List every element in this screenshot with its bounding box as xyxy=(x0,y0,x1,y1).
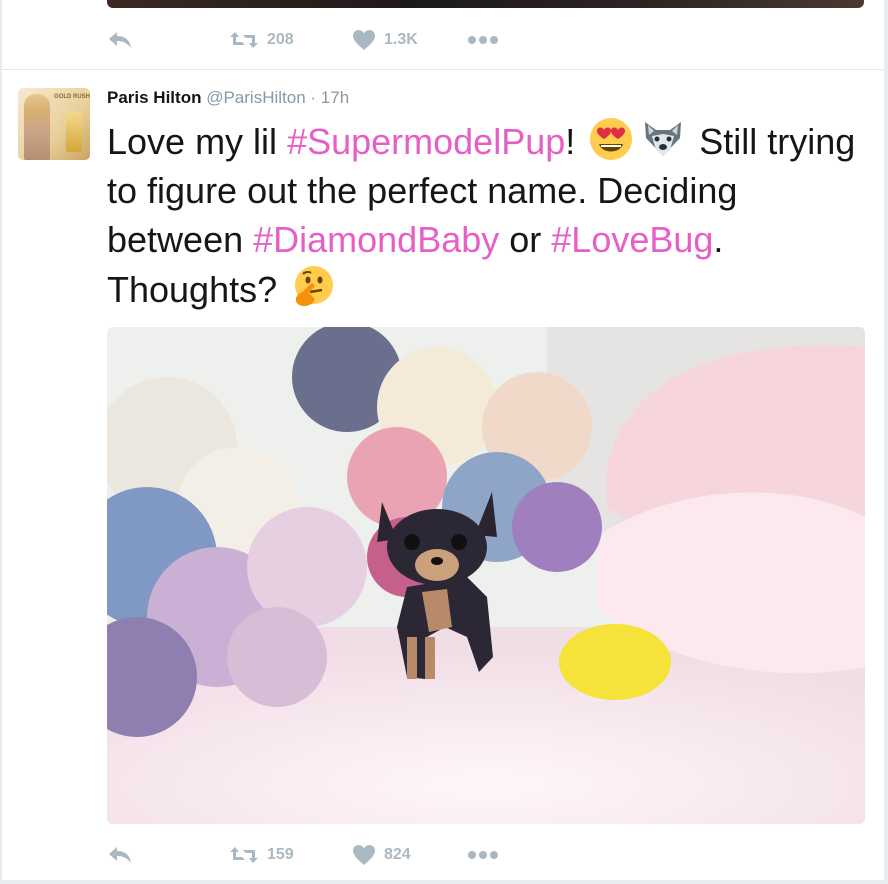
reply-button[interactable] xyxy=(107,840,133,870)
hashtag-link[interactable]: #LoveBug xyxy=(551,219,713,260)
wolf-emoji xyxy=(645,122,682,156)
timeline-border-right xyxy=(884,0,888,884)
reply-icon xyxy=(109,847,131,863)
avatar-photo xyxy=(24,94,50,160)
retweet-button[interactable]: 159 xyxy=(229,840,294,870)
tweet-text-part: ! xyxy=(565,121,586,162)
avatar-brand-text: GOLD RUSH xyxy=(54,94,90,100)
author-handle[interactable]: @ParisHilton xyxy=(206,88,305,107)
chihuahua-puppy-photo xyxy=(107,327,865,824)
avatar-perfume-bottle xyxy=(66,112,82,152)
heart-eyes-emoji xyxy=(590,118,633,160)
reply-button[interactable] xyxy=(107,25,133,55)
hashtag-link[interactable]: #DiamondBaby xyxy=(253,219,499,260)
timeline-border-bottom xyxy=(0,880,888,884)
retweet-count: 159 xyxy=(267,846,294,863)
tweet-header: Paris Hilton @ParisHilton · 17h xyxy=(107,86,349,110)
more-dots-icon xyxy=(468,36,498,44)
like-count: 1.3K xyxy=(384,31,418,48)
like-button[interactable]: 1.3K xyxy=(352,25,418,55)
timeline-border-left xyxy=(0,0,2,884)
tweet-text: Love my lil #SupermodelPup! Still trying… xyxy=(107,116,867,314)
header-separator: · xyxy=(310,88,317,107)
retweet-icon xyxy=(230,32,258,48)
avatar[interactable]: GOLD RUSH xyxy=(18,88,90,160)
more-button[interactable] xyxy=(467,25,499,55)
tweet-text-part: Love my lil xyxy=(107,121,288,162)
previous-tweet-media[interactable] xyxy=(107,0,864,8)
like-button[interactable]: 824 xyxy=(352,840,411,870)
more-dots-icon xyxy=(468,851,498,859)
heart-icon xyxy=(353,30,375,50)
heart-icon xyxy=(353,845,375,865)
like-count: 824 xyxy=(384,846,411,863)
more-button[interactable] xyxy=(467,840,499,870)
retweet-button[interactable]: 208 xyxy=(229,25,294,55)
tweet-photo[interactable] xyxy=(107,327,865,824)
thinking-face-emoji xyxy=(295,266,334,306)
tweet-divider xyxy=(2,69,884,70)
retweet-count: 208 xyxy=(267,31,294,48)
author-name[interactable]: Paris Hilton xyxy=(107,88,201,107)
tweet-timestamp[interactable]: 17h xyxy=(321,88,349,107)
hashtag-link[interactable]: #SupermodelPup xyxy=(287,121,565,162)
reply-icon xyxy=(109,32,131,48)
tweet-text-part: or xyxy=(499,219,552,260)
retweet-icon xyxy=(230,847,258,863)
